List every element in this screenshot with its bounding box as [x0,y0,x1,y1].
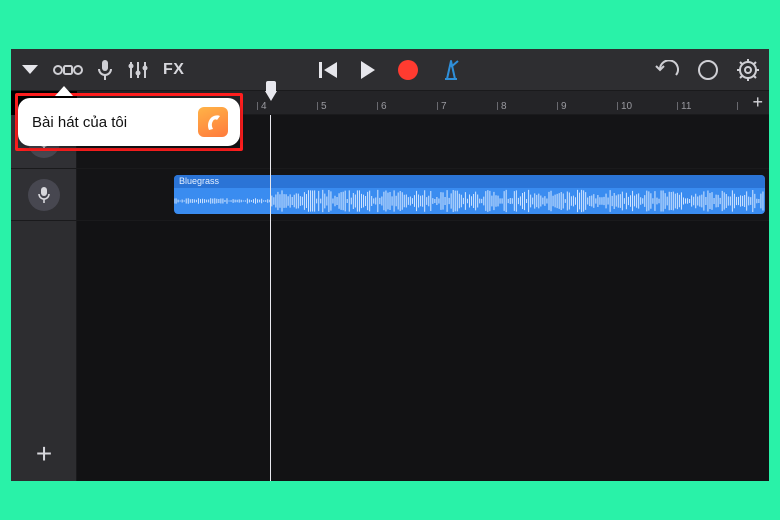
ruler-label: 11 [681,101,691,112]
ruler-tick [557,102,558,110]
microphone-button[interactable] [97,59,113,81]
ruler-tick [317,102,318,110]
ruler-tick [677,102,678,110]
ruler-label: 7 [441,101,447,112]
playhead-handle-icon [265,91,277,101]
track-sidebar: + [11,115,77,481]
ruler-label: 5 [321,101,327,112]
ruler-label: 9 [561,101,567,112]
ruler-tick [257,102,258,110]
mic-track-icon [28,179,60,211]
ruler-tick [377,102,378,110]
audio-region-name: Bluegrass [174,175,765,188]
record-button[interactable] [398,60,418,80]
toolbar: FX [11,49,769,91]
ruler-label: 4 [261,101,267,112]
track-lane-2[interactable]: Bluegrass [77,169,769,221]
waveform-icon [174,188,765,214]
ruler-tick [617,102,618,110]
playhead[interactable] [270,115,271,481]
popover-caret-icon [55,86,73,96]
my-songs-menu-item[interactable]: Bài hát của tôi [18,98,240,146]
ruler-label: 6 [381,101,387,112]
play-button[interactable] [360,60,376,80]
loop-browser-button[interactable] [697,59,719,81]
undo-button[interactable] [655,60,679,80]
add-track-button[interactable]: + [11,427,77,481]
add-section-button[interactable]: + [752,93,763,111]
highlight-annotation: Bài hát của tôi [15,93,243,151]
record-dot-icon [398,60,418,80]
view-toggle-button[interactable] [53,61,83,79]
ruler-label: 8 [501,101,507,112]
ruler-label: 10 [621,101,632,112]
metronome-button[interactable] [440,59,462,81]
mixer-sliders-button[interactable] [127,60,149,80]
ruler-tick [437,102,438,110]
ruler-tick [497,102,498,110]
garageband-app-icon [198,107,228,137]
settings-button[interactable] [737,59,759,81]
menu-dropdown-button[interactable] [21,64,39,76]
rewind-button[interactable] [318,61,338,79]
app-frame: FX [11,49,769,481]
fx-button[interactable]: FX [163,61,184,79]
tracks-area: + Bluegrass [11,115,769,481]
ruler-tick [737,102,738,110]
my-songs-label: Bài hát của tôi [32,114,127,131]
track-header-2[interactable] [11,169,76,221]
audio-region[interactable]: Bluegrass [174,175,765,214]
